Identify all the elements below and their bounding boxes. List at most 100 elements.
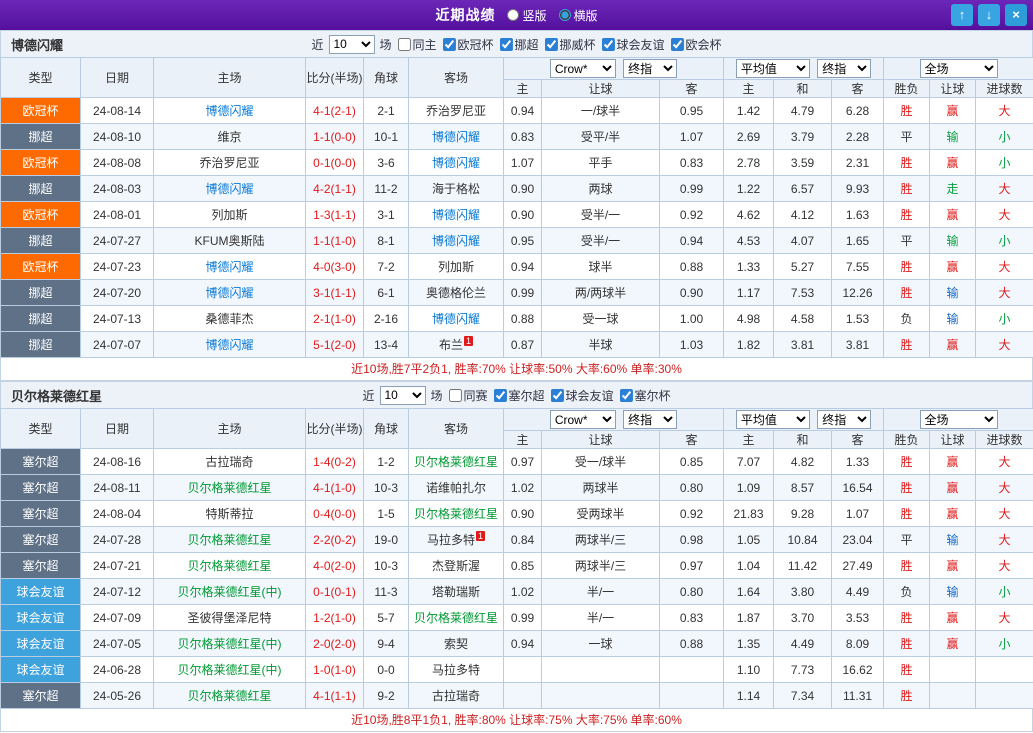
home-team[interactable]: 贝尔格莱德红星	[154, 553, 306, 579]
home-team[interactable]: 贝尔格莱德红星	[154, 527, 306, 553]
league-filter-1[interactable]: 挪超	[496, 36, 539, 53]
avg-final-select[interactable]: 终指	[817, 410, 871, 429]
score-cell[interactable]: 1-3(1-1)	[306, 202, 364, 228]
same-venue-checkbox[interactable]	[448, 389, 461, 402]
same-venue-filter[interactable]: 同赛	[444, 387, 487, 404]
match-count-select[interactable]: 10	[328, 35, 374, 54]
away-team[interactable]: 奥德格伦兰	[409, 280, 504, 306]
score-cell[interactable]: 1-1(1-0)	[306, 228, 364, 254]
away-team[interactable]: 博德闪耀	[409, 306, 504, 332]
away-team[interactable]: 杰登斯渥	[409, 553, 504, 579]
away-team[interactable]: 博德闪耀	[409, 124, 504, 150]
away-team[interactable]: 索契	[409, 631, 504, 657]
league-checkbox[interactable]	[602, 38, 615, 51]
league-checkbox[interactable]	[442, 38, 455, 51]
away-team[interactable]: 贝尔格莱德红星	[409, 501, 504, 527]
league-checkbox[interactable]	[494, 389, 507, 402]
close-icon[interactable]: ×	[1005, 4, 1027, 26]
same-venue-checkbox[interactable]	[397, 38, 410, 51]
result-cell: 胜	[884, 150, 930, 176]
league-checkbox[interactable]	[551, 389, 564, 402]
match-count-select[interactable]: 10	[379, 386, 425, 405]
odds-provider-select[interactable]: Crow*	[550, 59, 616, 78]
scope-select[interactable]: 全场	[920, 410, 998, 429]
avg-final-select[interactable]: 终指	[817, 59, 871, 78]
away-team[interactable]: 马拉多特1	[409, 527, 504, 553]
score-cell[interactable]: 5-1(2-0)	[306, 332, 364, 358]
score-cell[interactable]: 3-1(1-1)	[306, 280, 364, 306]
vertical-radio[interactable]	[507, 9, 519, 21]
home-team[interactable]: 贝尔格莱德红星	[154, 683, 306, 709]
away-team[interactable]: 乔治罗尼亚	[409, 98, 504, 124]
league-filter-1[interactable]: 球会友谊	[547, 387, 614, 404]
score-cell[interactable]: 4-0(3-0)	[306, 254, 364, 280]
odds-provider-select[interactable]: Crow*	[550, 410, 616, 429]
league-filter-3[interactable]: 球会友谊	[598, 36, 665, 53]
score-cell[interactable]: 0-1(0-1)	[306, 579, 364, 605]
layout-option-vertical[interactable]: 竖版	[507, 7, 546, 24]
away-team[interactable]: 博德闪耀	[409, 150, 504, 176]
away-team[interactable]: 贝尔格莱德红星	[409, 449, 504, 475]
score-cell[interactable]: 2-2(0-2)	[306, 527, 364, 553]
away-team[interactable]: 博德闪耀	[409, 202, 504, 228]
home-team[interactable]: 特斯蒂拉	[154, 501, 306, 527]
away-team[interactable]: 博德闪耀	[409, 228, 504, 254]
score-cell[interactable]: 1-2(1-0)	[306, 605, 364, 631]
home-team[interactable]: 贝尔格莱德红星(中)	[154, 631, 306, 657]
home-team[interactable]: 维京	[154, 124, 306, 150]
away-team[interactable]: 列加斯	[409, 254, 504, 280]
score-cell[interactable]: 1-1(0-0)	[306, 124, 364, 150]
same-venue-filter[interactable]: 同主	[393, 36, 436, 53]
league-filter-4[interactable]: 欧会杯	[667, 36, 722, 53]
league-checkbox[interactable]	[671, 38, 684, 51]
league-checkbox[interactable]	[620, 389, 633, 402]
league-checkbox[interactable]	[500, 38, 513, 51]
home-team[interactable]: 博德闪耀	[154, 98, 306, 124]
league-filter-2[interactable]: 塞尔杯	[616, 387, 671, 404]
home-team[interactable]: 博德闪耀	[154, 332, 306, 358]
horizontal-radio[interactable]	[559, 9, 571, 21]
score-cell[interactable]: 1-4(0-2)	[306, 449, 364, 475]
score-cell[interactable]: 2-0(2-0)	[306, 631, 364, 657]
home-team[interactable]: 博德闪耀	[154, 254, 306, 280]
move-up-icon[interactable]: ↑	[951, 4, 973, 26]
league-filter-0[interactable]: 欧冠杯	[438, 36, 493, 53]
league-filter-2[interactable]: 挪威杯	[541, 36, 596, 53]
odds-final-select[interactable]: 终指	[623, 410, 677, 429]
away-team[interactable]: 诺维帕扎尔	[409, 475, 504, 501]
away-team[interactable]: 塔勒瑞斯	[409, 579, 504, 605]
move-down-icon[interactable]: ↓	[978, 4, 1000, 26]
score-cell[interactable]: 4-2(1-1)	[306, 176, 364, 202]
score-cell[interactable]: 0-1(0-0)	[306, 150, 364, 176]
score-cell[interactable]: 2-1(1-0)	[306, 306, 364, 332]
away-team[interactable]: 布兰1	[409, 332, 504, 358]
home-team[interactable]: 贝尔格莱德红星(中)	[154, 657, 306, 683]
home-team[interactable]: 博德闪耀	[154, 176, 306, 202]
avg-odds-select[interactable]: 平均值	[736, 59, 810, 78]
score-cell[interactable]: 4-1(1-0)	[306, 475, 364, 501]
home-team[interactable]: KFUM奥斯陆	[154, 228, 306, 254]
away-team[interactable]: 贝尔格莱德红星	[409, 605, 504, 631]
home-team[interactable]: 古拉瑞奇	[154, 449, 306, 475]
home-team[interactable]: 圣彼得堡泽尼特	[154, 605, 306, 631]
score-cell[interactable]: 0-4(0-0)	[306, 501, 364, 527]
away-team[interactable]: 马拉多特	[409, 657, 504, 683]
home-team[interactable]: 贝尔格莱德红星(中)	[154, 579, 306, 605]
away-team[interactable]: 古拉瑞奇	[409, 683, 504, 709]
home-team[interactable]: 列加斯	[154, 202, 306, 228]
score-cell[interactable]: 4-0(2-0)	[306, 553, 364, 579]
score-cell[interactable]: 4-1(2-1)	[306, 98, 364, 124]
avg-odds-select[interactable]: 平均值	[736, 410, 810, 429]
score-cell[interactable]: 1-0(1-0)	[306, 657, 364, 683]
scope-select[interactable]: 全场	[920, 59, 998, 78]
odds-final-select[interactable]: 终指	[623, 59, 677, 78]
home-team[interactable]: 贝尔格莱德红星	[154, 475, 306, 501]
league-checkbox[interactable]	[545, 38, 558, 51]
home-team[interactable]: 桑德菲杰	[154, 306, 306, 332]
league-filter-0[interactable]: 塞尔超	[490, 387, 545, 404]
layout-option-horizontal[interactable]: 横版	[559, 7, 598, 24]
score-cell[interactable]: 4-1(1-1)	[306, 683, 364, 709]
away-team[interactable]: 海于格松	[409, 176, 504, 202]
home-team[interactable]: 博德闪耀	[154, 280, 306, 306]
home-team[interactable]: 乔治罗尼亚	[154, 150, 306, 176]
